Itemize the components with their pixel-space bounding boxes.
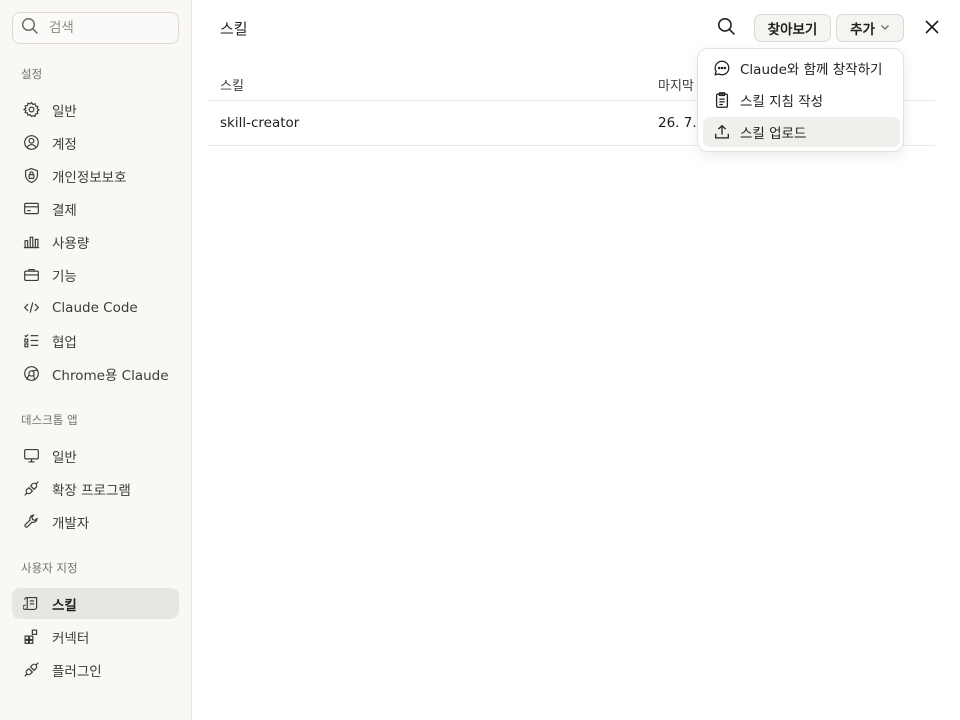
- skill-name: skill-creator: [220, 115, 300, 131]
- user-circle-icon: [21, 133, 41, 153]
- sidebar-item-billing[interactable]: 결제: [12, 193, 179, 224]
- upload-icon: [712, 122, 732, 142]
- browse-button-label: 찾아보기: [767, 22, 818, 38]
- add-button[interactable]: 추가: [836, 14, 904, 42]
- menu-item-write-instructions[interactable]: 스킬 지침 작성: [703, 85, 900, 115]
- checklist-icon: [21, 331, 41, 351]
- chat-bubble-icon: [712, 58, 732, 78]
- code-icon: [21, 298, 41, 318]
- page-title: 스킬: [220, 20, 248, 38]
- blocks-icon: [21, 627, 41, 647]
- add-button-label: 추가: [850, 22, 875, 38]
- sidebar-item-label: 결제: [52, 202, 77, 219]
- add-dropdown-menu: Claude와 함께 창작하기 스킬 지침 작성 스킬 업로드: [697, 48, 904, 152]
- sidebar: 설정 일반 계정 개인정보보호: [0, 0, 192, 720]
- close-button[interactable]: [917, 13, 947, 43]
- sidebar-item-label: 일반: [52, 449, 77, 466]
- monitor-icon: [21, 446, 41, 466]
- sidebar-item-collaboration[interactable]: 협업: [12, 325, 179, 356]
- sidebar-item-developer[interactable]: 개발자: [12, 506, 179, 537]
- sidebar-item-label: Chrome용 Claude: [52, 367, 169, 384]
- sidebar-item-label: 기능: [52, 268, 77, 285]
- menu-item-label: Claude와 함께 창작하기: [740, 62, 883, 78]
- sidebar-item-skills[interactable]: 스킬: [12, 588, 179, 619]
- sidebar-item-label: 플러그인: [52, 663, 102, 680]
- sidebar-item-label: 일반: [52, 103, 77, 120]
- section-label-settings: 설정: [21, 67, 43, 81]
- sidebar-item-usage[interactable]: 사용량: [12, 226, 179, 257]
- column-header-skill[interactable]: 스킬: [220, 75, 244, 94]
- section-label-customize: 사용자 지정: [21, 561, 78, 575]
- sidebar-item-label: 사용량: [52, 235, 90, 252]
- sidebar-item-account[interactable]: 계정: [12, 127, 179, 158]
- column-header-last-modified[interactable]: 마지막: [658, 75, 694, 94]
- sidebar-item-label: 개발자: [52, 515, 90, 532]
- sidebar-item-chrome-claude[interactable]: Chrome용 Claude: [12, 358, 179, 389]
- sidebar-item-connectors[interactable]: 커넥터: [12, 621, 179, 652]
- sidebar-item-plugins[interactable]: 플러그인: [12, 654, 179, 685]
- search-button[interactable]: [711, 13, 741, 43]
- close-icon: [925, 19, 939, 38]
- sidebar-item-features[interactable]: 기능: [12, 259, 179, 290]
- search-icon: [21, 17, 39, 39]
- browse-button[interactable]: 찾아보기: [754, 14, 831, 42]
- sidebar-item-label: Claude Code: [52, 299, 138, 316]
- sidebar-item-label: 스킬: [52, 597, 77, 614]
- plug-icon: [21, 660, 41, 680]
- sidebar-item-label: 계정: [52, 136, 77, 153]
- sidebar-item-extensions[interactable]: 확장 프로그램: [12, 473, 179, 504]
- menu-item-create-with-claude[interactable]: Claude와 함께 창작하기: [703, 53, 900, 83]
- sidebar-item-label: 커넥터: [52, 630, 90, 647]
- search-input[interactable]: [49, 20, 169, 36]
- gear-icon: [21, 100, 41, 120]
- chevron-down-icon: [880, 20, 890, 36]
- sidebar-item-claude-code[interactable]: Claude Code: [12, 292, 179, 323]
- sidebar-item-label: 협업: [52, 334, 77, 351]
- search-icon: [717, 17, 736, 40]
- section-label-desktop-app: 데스크톱 앱: [21, 413, 78, 427]
- scroll-icon: [21, 594, 41, 614]
- menu-item-label: 스킬 지침 작성: [740, 94, 824, 110]
- plug-icon: [21, 479, 41, 499]
- sidebar-item-privacy[interactable]: 개인정보보호: [12, 160, 179, 191]
- shield-lock-icon: [21, 166, 41, 186]
- menu-item-upload-skill[interactable]: 스킬 업로드: [703, 117, 900, 147]
- bar-chart-icon: [21, 232, 41, 252]
- clipboard-icon: [712, 90, 732, 110]
- sidebar-item-general[interactable]: 일반: [12, 94, 179, 125]
- menu-item-label: 스킬 업로드: [740, 126, 807, 142]
- sidebar-item-label: 확장 프로그램: [52, 482, 131, 499]
- sidebar-item-label: 개인정보보호: [52, 169, 127, 186]
- credit-card-icon: [21, 199, 41, 219]
- globe-icon: [21, 364, 41, 384]
- briefcase-icon: [21, 265, 41, 285]
- wrench-icon: [21, 512, 41, 532]
- sidebar-item-desktop-general[interactable]: 일반: [12, 440, 179, 471]
- search-box[interactable]: [12, 12, 179, 44]
